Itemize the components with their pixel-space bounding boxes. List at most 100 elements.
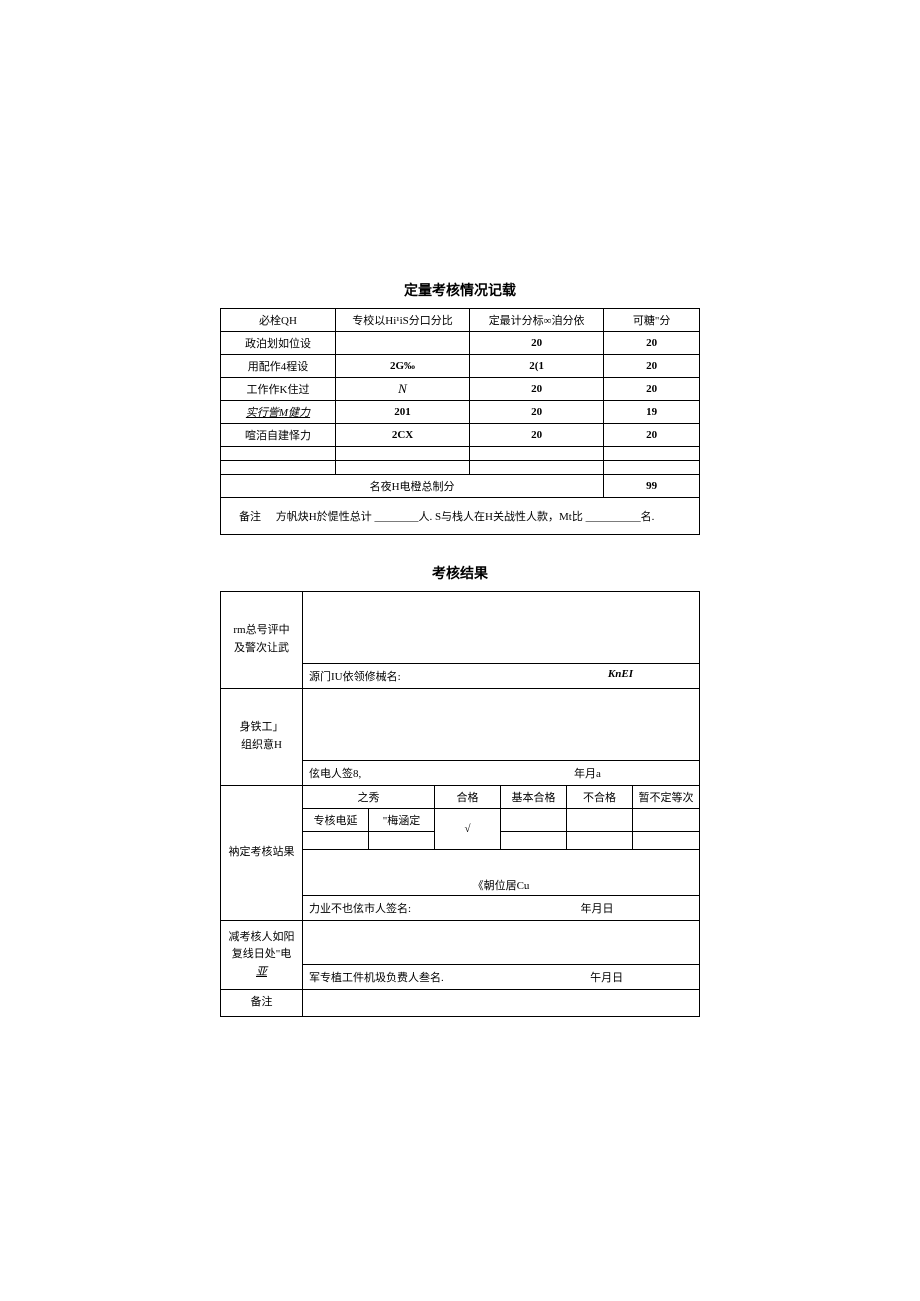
grade-h5: 暂不定等次: [633, 786, 700, 809]
cell: [501, 809, 567, 832]
cell: [303, 832, 369, 850]
sec4-sig-right: 午月日: [520, 969, 693, 985]
cell: 工作作K住过: [221, 378, 336, 401]
result-title: 考核结果: [220, 563, 700, 583]
cell: [470, 461, 604, 475]
cell: [567, 809, 633, 832]
note-row: 备注 方帆炔H於惿性总计 ________人. S与栈人在H关战性人款，Mt比 …: [221, 498, 700, 535]
cell: 201: [335, 401, 469, 424]
sec3-label: 衲定考核站果: [221, 786, 303, 921]
cell: 20: [470, 424, 604, 447]
cell: [221, 461, 336, 475]
cell: [470, 447, 604, 461]
quant-h3: 定最计分标∞洎分依: [470, 309, 604, 332]
total-row: 名夜H电橙总制分 99: [221, 475, 700, 498]
sec3-sig-right: 年月日: [501, 900, 693, 916]
sec4-l3: 亚: [223, 964, 300, 982]
table-row: 工作作K住过 N 20 20: [221, 378, 700, 401]
table-row: [221, 447, 700, 461]
cell: 20: [470, 378, 604, 401]
sec4-label: 减考核人如阳 复线日处"电 亚: [221, 921, 303, 990]
total-value: 99: [604, 475, 700, 498]
table-row: 减考核人如阳 复线日处"电 亚: [221, 921, 700, 965]
remarks-row: 备注: [221, 990, 700, 1017]
grade-h3: 基本合格: [501, 786, 567, 809]
sec2-l2: 组织意H: [223, 737, 300, 755]
cell: 用配作4程设: [221, 355, 336, 378]
cell: 2G‰: [335, 355, 469, 378]
sec1-label: rm总号评中 及警次让武: [221, 592, 303, 689]
cell: 20: [604, 424, 700, 447]
quant-table: 必栓QH 专校以Hi¹iS分口分比 定最计分标∞洎分依 可糖"分 政泊划如位设 …: [220, 308, 700, 535]
cell: 2(1: [470, 355, 604, 378]
table-row: 政泊划如位设 20 20: [221, 332, 700, 355]
sec2-sig-left: 伭电人签8,: [309, 768, 361, 780]
cell: 专核电延: [303, 809, 369, 832]
sec2-sig: 伭电人签8, 年月a: [303, 761, 700, 786]
sec4-sig: 军专植工件机圾负费人叁名. 午月日: [303, 965, 700, 990]
sec1-sig-left: 源门IU依领修械名:: [309, 671, 401, 683]
table-row: 用配作4程设 2G‰ 2(1 20: [221, 355, 700, 378]
sec3-unit: 《朝位居Cu: [303, 850, 700, 896]
sec1-sig-right: KnEI: [608, 668, 693, 680]
sec1-body: [303, 592, 700, 664]
cell: [604, 447, 700, 461]
table-row: rm总号评中 及警次让武: [221, 592, 700, 664]
cell: [567, 832, 633, 850]
sec4-body: [303, 921, 700, 965]
cell: 20: [604, 332, 700, 355]
sec2-l1: 身铁工」: [223, 719, 300, 737]
table-row: 身铁工」 组织意H: [221, 689, 700, 761]
sec2-sig-right: 年月a: [482, 765, 693, 781]
cell: 实行訾M健力: [221, 401, 336, 424]
sec4-sig-left: 军专植工件机圾负费人叁名.: [309, 972, 444, 984]
sec4-l2: 复线日处"电: [223, 946, 300, 964]
grade-h4: 不合格: [567, 786, 633, 809]
cell: [335, 461, 469, 475]
sec4-l1: 减考核人如阳: [223, 929, 300, 947]
grade-h1: 之秀: [303, 786, 435, 809]
cell: 喧洦自建怿力: [221, 424, 336, 447]
cell: [335, 332, 469, 355]
sec2-body: [303, 689, 700, 761]
cell: "梅涵定: [369, 809, 435, 832]
cell: 20: [470, 401, 604, 424]
quant-header-row: 必栓QH 专校以Hi¹iS分口分比 定最计分标∞洎分依 可糖"分: [221, 309, 700, 332]
cell: [633, 832, 700, 850]
cell: N: [335, 378, 469, 401]
table-row: [221, 461, 700, 475]
note-label: 备注: [227, 508, 273, 524]
cell: [335, 447, 469, 461]
cell: [369, 832, 435, 850]
cell: 20: [470, 332, 604, 355]
cell: 政泊划如位设: [221, 332, 336, 355]
note-cell: 备注 方帆炔H於惿性总计 ________人. S与栈人在H关战性人款，Mt比 …: [221, 498, 700, 535]
grade-h2: 合格: [435, 786, 501, 809]
grade-header-row: 衲定考核站果 之秀 合格 基本合格 不合格 暂不定等次: [221, 786, 700, 809]
cell: [221, 447, 336, 461]
cell-check: √: [435, 809, 501, 850]
cell: [604, 461, 700, 475]
table-row: 实行訾M健力 201 20 19: [221, 401, 700, 424]
cell: 19: [604, 401, 700, 424]
remarks-label: 备注: [221, 990, 303, 1017]
quant-h2: 专校以Hi¹iS分口分比: [335, 309, 469, 332]
sec1-l2: 及警次让武: [223, 640, 300, 658]
cell: [633, 809, 700, 832]
sec1-l1: rm总号评中: [223, 622, 300, 640]
table-row: 喧洦自建怿力 2CX 20 20: [221, 424, 700, 447]
sec1-sig: 源门IU依领修械名: KnEI: [303, 664, 700, 689]
quant-title: 定量考核情况记载: [220, 280, 700, 300]
cell: 20: [604, 355, 700, 378]
result-table: rm总号评中 及警次让武 源门IU依领修械名: KnEI 身铁工」 组织意H 伭…: [220, 591, 700, 1017]
remarks-body: [303, 990, 700, 1017]
cell: 20: [604, 378, 700, 401]
cell: [501, 832, 567, 850]
quant-h1: 必栓QH: [221, 309, 336, 332]
sec3-sig-left: 力业不也伭市人签名:: [309, 903, 411, 915]
sec2-label: 身铁工」 组织意H: [221, 689, 303, 786]
quant-h4: 可糖"分: [604, 309, 700, 332]
sec3-sig: 力业不也伭市人签名: 年月日: [303, 896, 700, 921]
note-text: 方帆炔H於惿性总计 ________人. S与栈人在H关战性人款，Mt比 ___…: [276, 511, 655, 523]
cell: 2CX: [335, 424, 469, 447]
